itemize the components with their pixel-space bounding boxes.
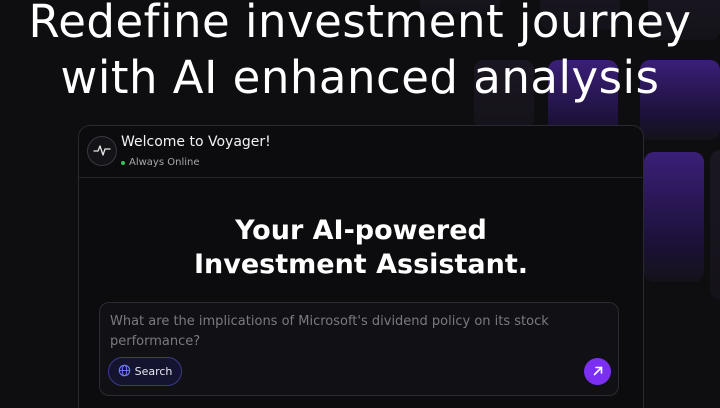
send-button[interactable] xyxy=(584,358,611,385)
hero-title: Redefine investment journey with AI enha… xyxy=(0,0,720,106)
prompt-text[interactable]: What are the implications of Microsoft's… xyxy=(110,312,600,352)
globe-icon xyxy=(118,364,131,380)
assistant-title-line1: Your AI-powered xyxy=(235,215,487,246)
chat-card: Welcome to Voyager! Always Online Your A… xyxy=(78,125,644,408)
welcome-text: Welcome to Voyager! xyxy=(121,134,271,150)
background-tile xyxy=(644,152,704,282)
background-tile xyxy=(710,150,720,300)
avatar xyxy=(87,136,117,166)
search-button[interactable]: Search xyxy=(108,357,182,386)
online-dot-icon xyxy=(121,160,125,165)
assistant-title: Your AI-powered Investment Assistant. xyxy=(79,214,643,282)
chat-header: Welcome to Voyager! Always Online xyxy=(79,126,643,178)
status-indicator: Always Online xyxy=(121,157,200,168)
status-text: Always Online xyxy=(129,157,200,168)
hero-title-line2: with AI enhanced analysis xyxy=(60,51,660,104)
arrow-up-right-icon xyxy=(592,362,604,381)
search-button-label: Search xyxy=(134,365,173,378)
prompt-input[interactable]: What are the implications of Microsoft's… xyxy=(99,302,619,396)
hero-title-line1: Redefine investment journey xyxy=(28,0,692,48)
assistant-title-line2: Investment Assistant. xyxy=(193,249,528,280)
pulse-icon xyxy=(93,142,111,161)
